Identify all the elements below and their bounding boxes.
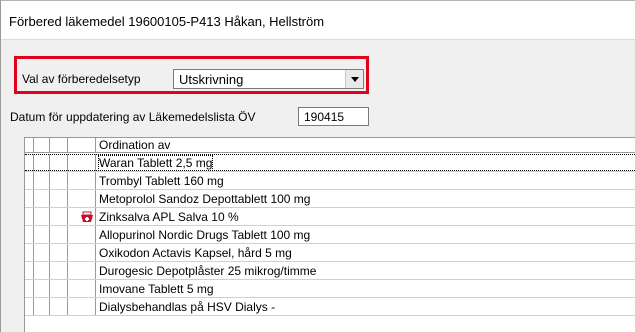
table-row[interactable]: Imovane Tablett 5 mg: [25, 280, 635, 298]
cell-divider: [33, 226, 34, 243]
medication-name: Dialysbehandlas på HSV Dialys -: [99, 300, 276, 314]
prepare-medication-window: Förbered läkemedel 19600105-P413 Håkan, …: [0, 0, 635, 332]
cell-divider: [49, 280, 50, 297]
window-title: Förbered läkemedel 19600105-P413 Håkan, …: [9, 14, 325, 29]
cell-divider: [49, 208, 50, 225]
medication-name: Oxikodon Actavis Kapsel, hård 5 mg: [99, 246, 292, 260]
medication-name: Waran Tablett 2,5 mg: [97, 155, 214, 171]
column-divider: [95, 138, 96, 152]
cell-divider: [67, 226, 68, 243]
cell-divider: [33, 244, 34, 261]
cell-divider: [95, 208, 96, 225]
cell-divider: [49, 244, 50, 261]
table-row[interactable]: Oxikodon Actavis Kapsel, hård 5 mg: [25, 244, 635, 262]
medication-table: Ordination av Waran Tablett 2,5 mg Tromby…: [24, 137, 635, 332]
column-header-ordination[interactable]: Ordination av: [99, 138, 170, 152]
preparation-type-select[interactable]: Utskrivning: [173, 69, 364, 89]
cell-divider: [67, 172, 68, 189]
table-row[interactable]: Dialysbehandlas på HSV Dialys -: [25, 298, 635, 316]
chevron-down-icon: [350, 76, 359, 82]
table-row[interactable]: Trombyl Tablett 160 mg: [25, 172, 635, 190]
cell-divider: [95, 244, 96, 261]
cell-divider: [49, 226, 50, 243]
cell-divider: [49, 190, 50, 207]
column-divider: [33, 138, 34, 152]
cell-divider: [95, 280, 96, 297]
cell-divider: [67, 280, 68, 297]
medication-name: Allopurinol Nordic Drugs Tablett 100 mg: [99, 228, 311, 242]
cell-divider: [95, 172, 96, 189]
cell-divider: [49, 298, 50, 315]
medication-name: Zinksalva APL Salva 10 %: [99, 210, 239, 224]
cell-divider: [67, 190, 68, 207]
table-row[interactable]: Allopurinol Nordic Drugs Tablett 100 mg: [25, 226, 635, 244]
cell-divider: [67, 208, 68, 225]
dropdown-button[interactable]: [345, 70, 363, 88]
cell-divider: [49, 262, 50, 279]
update-date-label: Datum för uppdatering av Läkemedelslista…: [10, 110, 256, 124]
cell-divider: [67, 244, 68, 261]
cell-divider: [33, 208, 34, 225]
medication-name: Durogesic Depotplåster 25 mikrog/timme: [99, 264, 317, 278]
table-header: Ordination av: [25, 138, 635, 153]
medication-name: Imovane Tablett 5 mg: [99, 282, 214, 296]
cell-divider: [33, 262, 34, 279]
medication-name: Metoprolol Sandoz Depottablett 100 mg: [99, 192, 311, 206]
column-divider: [67, 138, 68, 152]
cell-divider: [33, 280, 34, 297]
medicine-icon: [80, 210, 94, 222]
cell-divider: [95, 226, 96, 243]
cell-divider: [67, 298, 68, 315]
table-row[interactable]: Waran Tablett 2,5 mg: [25, 154, 635, 172]
cell-divider: [33, 190, 34, 207]
preparation-type-value: Utskrivning: [179, 72, 244, 87]
form-area: Val av förberedelsetyp Utskrivning Datum…: [1, 40, 635, 332]
cell-divider: [95, 190, 96, 207]
table-row[interactable]: Durogesic Depotplåster 25 mikrog/timme: [25, 262, 635, 280]
table-row[interactable]: Metoprolol Sandoz Depottablett 100 mg: [25, 190, 635, 208]
cell-divider: [33, 172, 34, 189]
cell-divider: [49, 172, 50, 189]
cell-divider: [67, 262, 68, 279]
title-bar: Förbered läkemedel 19600105-P413 Håkan, …: [1, 0, 635, 40]
update-date-field[interactable]: 190415: [298, 107, 369, 126]
cell-divider: [95, 262, 96, 279]
cell-divider: [33, 298, 34, 315]
table-row[interactable]: Zinksalva APL Salva 10 %: [25, 208, 635, 226]
medication-name: Trombyl Tablett 160 mg: [99, 174, 224, 188]
preparation-type-label: Val av förberedelsetyp: [22, 72, 141, 86]
column-divider: [49, 138, 50, 152]
cell-divider: [95, 298, 96, 315]
